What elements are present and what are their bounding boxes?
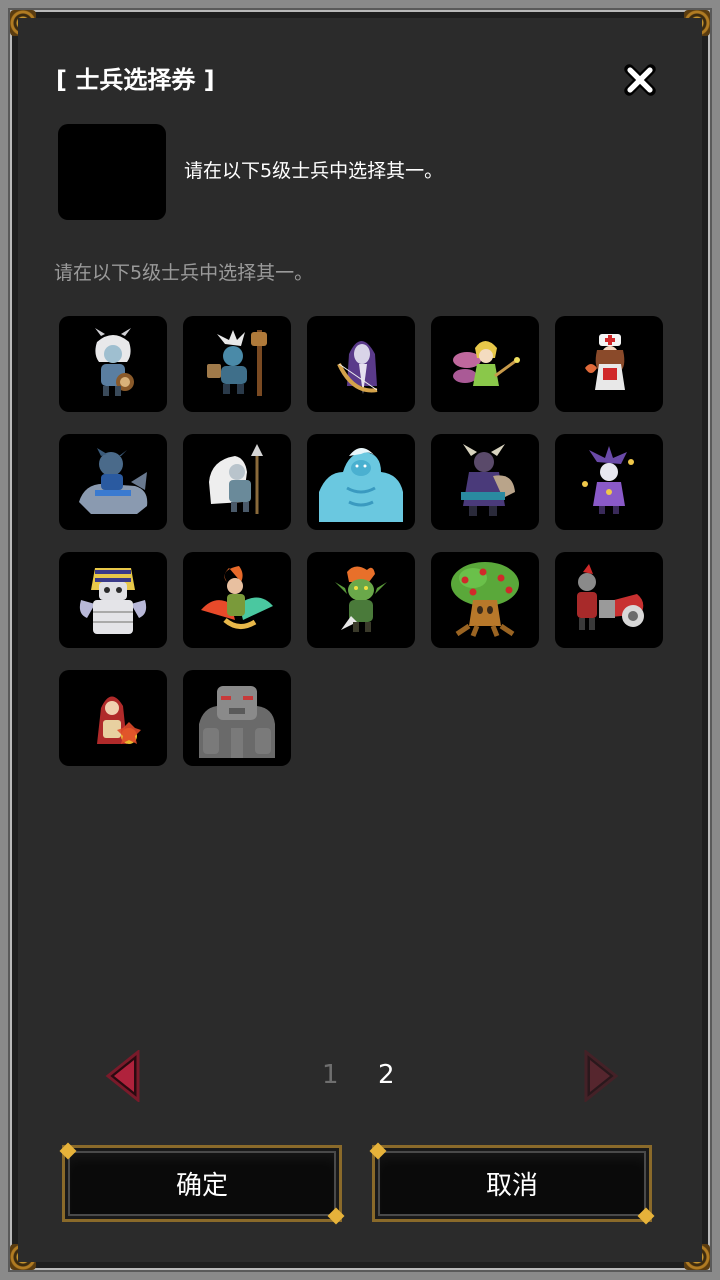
- dialog-title: [ 士兵选择券 ]: [56, 66, 215, 94]
- cannon-knight-icon: [577, 564, 644, 630]
- nurse-healer-icon: [585, 334, 625, 390]
- confirm-button-label: 确定: [175, 1171, 228, 1201]
- unit-slot[interactable]: [183, 434, 291, 530]
- unit-slot[interactable]: [307, 316, 415, 412]
- button-corner-gem: [327, 1207, 345, 1225]
- prev-page-arrow-icon[interactable]: [104, 1050, 144, 1102]
- button-corner-gem: [59, 1142, 77, 1160]
- unit-grid: [59, 316, 663, 766]
- unit-slot[interactable]: [59, 670, 167, 766]
- page-number-2[interactable]: 2: [378, 1060, 395, 1090]
- white-mane-spearman-icon: [209, 444, 263, 514]
- ice-troll-icon: [319, 448, 403, 522]
- unit-slot[interactable]: [307, 552, 415, 648]
- totem-shaman-icon: [207, 330, 267, 396]
- unit-slot[interactable]: [431, 552, 539, 648]
- unit-slot[interactable]: [555, 552, 663, 648]
- page-number-1[interactable]: 1: [322, 1060, 339, 1090]
- button-corner-gem: [637, 1207, 655, 1225]
- close-icon: [624, 64, 656, 96]
- wolf-rider-icon: [79, 448, 148, 514]
- unit-slot[interactable]: [59, 434, 167, 530]
- red-hood-mage-icon: [97, 696, 141, 744]
- item-description: 请在以下5级士兵中选择其一。: [184, 160, 444, 182]
- cancel-button[interactable]: 取消: [369, 1142, 655, 1225]
- hooded-archer-icon: [337, 341, 378, 394]
- confirm-button[interactable]: 确定: [59, 1142, 345, 1225]
- unit-slot[interactable]: [431, 316, 539, 412]
- pagination: 1 2: [0, 1048, 720, 1104]
- unit-slot[interactable]: [183, 670, 291, 766]
- unit-slot[interactable]: [555, 316, 663, 412]
- jester-mage-icon: [582, 446, 634, 514]
- pharaoh-mummy-icon: [79, 568, 147, 634]
- cancel-button-label: 取消: [485, 1171, 538, 1201]
- unit-slot[interactable]: [555, 434, 663, 530]
- unit-slot[interactable]: [183, 316, 291, 412]
- fairy-icon: [453, 341, 520, 386]
- white-haired-drummer-icon: [95, 328, 134, 396]
- horned-knight-icon: [461, 444, 515, 516]
- unit-slot[interactable]: [431, 434, 539, 530]
- close-button[interactable]: [620, 60, 660, 100]
- unit-slot[interactable]: [307, 434, 415, 530]
- apple-treant-icon: [451, 562, 519, 637]
- ticket-item-image: [58, 124, 166, 220]
- next-page-arrow-icon[interactable]: [580, 1050, 620, 1102]
- stone-golem-icon: [199, 686, 275, 758]
- button-corner-gem: [369, 1142, 387, 1160]
- goblin-warrior-icon: [335, 566, 387, 632]
- unit-slot[interactable]: [59, 552, 167, 648]
- selection-hint: 请在以下5级士兵中选择其一。: [54, 262, 314, 284]
- unit-slot[interactable]: [59, 316, 167, 412]
- unit-slot[interactable]: [183, 552, 291, 648]
- phoenix-rider-icon: [201, 566, 273, 629]
